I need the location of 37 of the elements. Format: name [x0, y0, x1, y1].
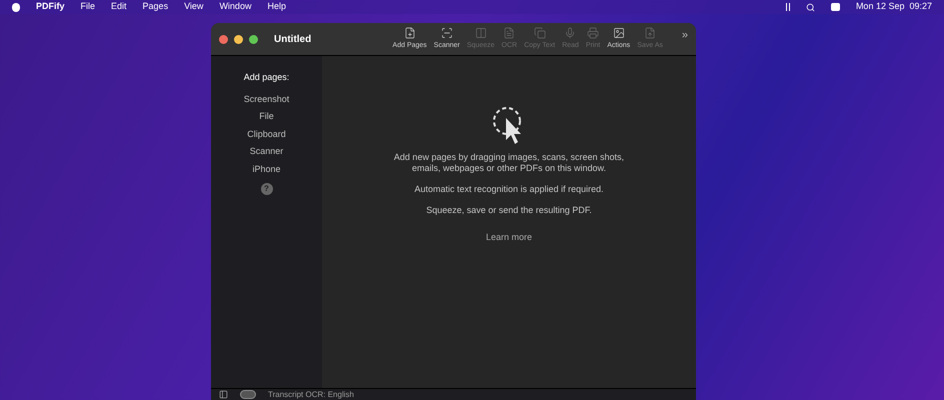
sidebar-item[interactable]: Screenshot	[244, 92, 290, 110]
instruction-text: Automatic text recognition is applied if required.	[414, 184, 604, 195]
ocr-toggle[interactable]	[240, 390, 256, 399]
control-center-icon[interactable]	[830, 3, 840, 11]
close-button[interactable]	[219, 34, 228, 44]
toolbar-icon	[612, 26, 625, 39]
toolbar-icon	[564, 26, 576, 39]
toolbar-icon	[440, 26, 453, 39]
overflow-button[interactable]: »	[682, 26, 688, 44]
toolbar-icon	[503, 26, 516, 39]
toolbar-icon	[534, 26, 546, 39]
sidebar-heading: Add pages:	[244, 71, 290, 84]
toolbar-icon	[644, 26, 656, 39]
toolbar-icon	[474, 26, 487, 39]
menu-item[interactable]: Help	[267, 0, 286, 14]
instruction-text: Add new pages by dragging images, scans, screen shots, emails, webpages or other PDFs on this window.	[392, 152, 626, 174]
sidebar-item[interactable]: File	[259, 110, 274, 128]
search-icon[interactable]	[806, 2, 815, 12]
instruction-text: Squeeze, save or send the resulting PDF.	[426, 205, 592, 216]
zoom-button[interactable]	[249, 34, 258, 44]
menu-item[interactable]: Window	[219, 0, 252, 14]
toolbar-icon	[587, 26, 600, 39]
menu-clock: Mon 12 Sep 09:27	[856, 0, 932, 14]
learn-more-link[interactable]: Learn more	[486, 231, 532, 244]
ocr-language-label: Transcript OCR: English	[268, 390, 354, 399]
menu-item[interactable]: Pages	[142, 0, 168, 14]
toolbar-icon	[404, 26, 416, 39]
sidebar-toggle-icon[interactable]	[219, 390, 228, 399]
minimize-button[interactable]	[234, 34, 243, 44]
window-title: Untitled	[274, 32, 312, 46]
sidebar-item[interactable]: Clipboard	[247, 128, 286, 145]
menu-item[interactable]: File	[80, 0, 96, 14]
sidebar-item[interactable]: Scanner	[250, 145, 284, 162]
sidebar-item[interactable]: iPhone	[252, 162, 281, 180]
menu-item[interactable]: View	[184, 0, 204, 14]
app-menu[interactable]: PDFify	[36, 0, 65, 14]
menu-item[interactable]: Edit	[111, 0, 127, 14]
